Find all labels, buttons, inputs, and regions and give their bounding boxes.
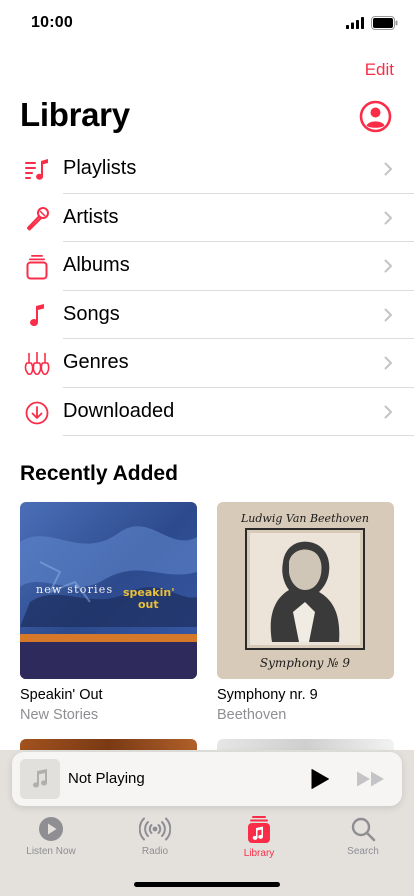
album-title: Symphony nr. 9 — [217, 687, 318, 703]
download-circle-icon — [25, 401, 49, 424]
fast-forward-icon[interactable] — [356, 770, 386, 788]
library-item-artists[interactable]: Artists — [0, 194, 414, 242]
page-title: Library — [20, 96, 130, 133]
tab-label: Listen Now — [26, 846, 76, 857]
svg-text:new stories: new stories — [36, 583, 113, 596]
tab-library[interactable]: Library — [219, 816, 299, 859]
album-artist: New Stories — [20, 707, 99, 723]
album-card-symphony-nr-9[interactable]: Ludwig Van Beethoven Symphony № 9 Sympho… — [217, 502, 394, 723]
album-stack-icon — [26, 255, 48, 280]
album-cover[interactable]: new stories speakin' out — [20, 502, 197, 679]
library-music-icon — [248, 816, 270, 843]
library-item-songs[interactable]: Songs — [0, 291, 414, 339]
chevron-right-icon — [384, 405, 392, 418]
cellular-signal-icon — [346, 17, 364, 29]
chevron-right-icon — [384, 356, 392, 370]
radio-waves-icon — [139, 817, 171, 841]
album-cover-art: new stories speakin' out — [20, 502, 197, 679]
search-icon — [351, 817, 376, 842]
library-item-label: Genres — [63, 351, 129, 373]
row-divider — [63, 435, 414, 436]
album-title: Speakin' Out — [20, 687, 103, 703]
album-artist: Beethoven — [217, 707, 287, 723]
guitars-icon — [24, 352, 50, 376]
chevron-right-icon — [384, 162, 392, 176]
tab-label: Radio — [141, 846, 169, 857]
home-indicator — [134, 882, 280, 887]
library-item-label: Artists — [63, 205, 119, 228]
library-list: Playlists Artists Albums Songs Genres Do… — [0, 145, 414, 436]
account-circle-icon[interactable] — [359, 100, 392, 133]
playlist-icon — [25, 159, 48, 180]
music-note-icon — [30, 303, 44, 326]
library-item-downloaded[interactable]: Downloaded — [0, 388, 414, 436]
svg-text:out: out — [138, 598, 159, 611]
svg-text:Ludwig Van Beethoven: Ludwig Van Beethoven — [240, 512, 369, 525]
svg-text:Symphony № 9: Symphony № 9 — [260, 656, 351, 670]
mini-player[interactable]: Not Playing — [12, 752, 402, 806]
album-cover-art: Ludwig Van Beethoven Symphony № 9 — [217, 502, 394, 679]
edit-button[interactable]: Edit — [365, 60, 394, 80]
library-item-label: Downloaded — [63, 399, 175, 422]
library-item-label: Albums — [63, 254, 130, 276]
library-item-label: Playlists — [63, 157, 137, 179]
status-time: 10:00 — [31, 14, 73, 31]
mini-player-artwork — [20, 759, 60, 799]
tab-label: Library — [243, 848, 275, 859]
tab-search[interactable]: Search — [323, 816, 403, 857]
chevron-right-icon — [384, 259, 392, 273]
now-playing-title: Not Playing — [68, 770, 145, 787]
recently-added-title: Recently Added — [20, 462, 178, 485]
library-item-albums[interactable]: Albums — [0, 242, 414, 291]
tab-listen-now[interactable]: Listen Now — [11, 816, 91, 857]
microphone-icon — [26, 206, 49, 231]
tab-label: Search — [347, 846, 379, 857]
play-icon[interactable] — [310, 768, 330, 790]
play-circle-icon — [39, 817, 63, 841]
music-note-icon — [33, 769, 47, 788]
tab-bar: Listen Now Radio Library Search — [0, 816, 414, 866]
status-bar: 10:00 — [0, 0, 414, 48]
library-item-label: Songs — [63, 302, 120, 325]
library-item-genres[interactable]: Genres — [0, 339, 414, 388]
album-cover[interactable]: Ludwig Van Beethoven Symphony № 9 — [217, 502, 394, 679]
tab-radio[interactable]: Radio — [115, 816, 195, 857]
library-item-playlists[interactable]: Playlists — [0, 145, 414, 194]
chevron-right-icon — [384, 308, 392, 321]
album-card-speakin-out[interactable]: new stories speakin' out Speakin' Out Ne… — [20, 502, 197, 723]
battery-icon — [371, 16, 398, 30]
chevron-right-icon — [384, 211, 392, 224]
